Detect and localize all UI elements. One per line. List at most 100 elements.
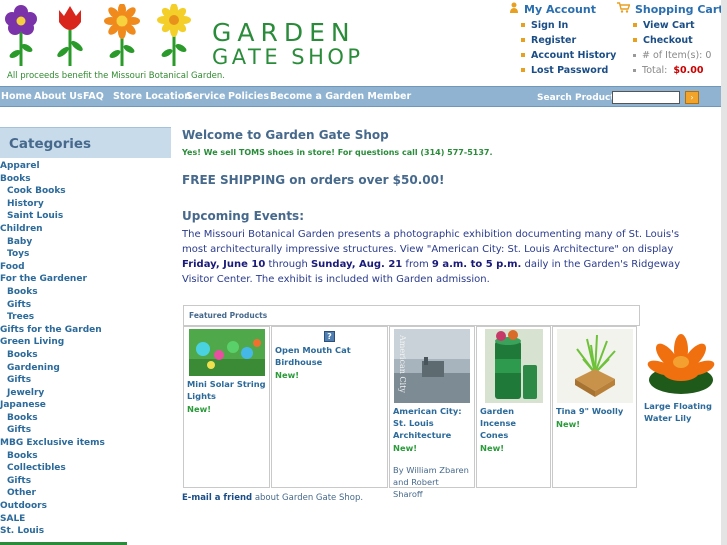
missing-image-icon[interactable]: ?	[324, 331, 335, 342]
product-title[interactable]: Large Floating Water Lily	[644, 400, 718, 424]
tagline: All proceeds benefit the Missouri Botani…	[7, 71, 225, 81]
subcategory-link[interactable]: Books	[0, 450, 171, 463]
product-card[interactable]: Garden Incense Cones New!	[476, 326, 551, 488]
search-input[interactable]	[612, 91, 680, 104]
product-card[interactable]: Tina 9" Woolly New!	[552, 326, 637, 488]
category-link[interactable]: St. Louis	[0, 525, 171, 538]
events-text: through	[265, 259, 311, 270]
lost-password-label: Lost Password	[531, 64, 609, 76]
product-author: By William Zbaren and Robert Sharoff	[393, 465, 469, 499]
item-count-label: # of Item(s): 0	[642, 49, 712, 61]
category-link[interactable]: Food	[0, 261, 171, 274]
subcategory-link[interactable]: Gifts	[0, 424, 171, 437]
product-image[interactable]	[484, 329, 543, 403]
account-history-link[interactable]: Account History	[521, 49, 616, 61]
nav-about-us[interactable]: About Us	[34, 91, 83, 102]
page-scrollbar[interactable]	[721, 0, 727, 545]
product-image[interactable]: American City	[394, 329, 470, 403]
cart-icon	[617, 2, 631, 16]
product-title[interactable]: Garden Incense Cones	[480, 405, 547, 441]
bullet-icon	[521, 38, 525, 42]
category-link[interactable]: Japanese	[0, 399, 171, 412]
lost-password-link[interactable]: Lost Password	[521, 64, 616, 76]
category-link[interactable]: Apparel	[0, 160, 171, 173]
subcategory-link[interactable]: Books	[0, 412, 171, 425]
events-start-date: Friday, June 10	[182, 259, 266, 270]
total-label: Total:	[642, 64, 668, 76]
category-link[interactable]: Green Living	[0, 336, 171, 349]
product-card[interactable]: Large Floating Water Lily	[641, 326, 721, 488]
events-heading: Upcoming Events:	[182, 209, 304, 223]
search-button[interactable]: ›	[685, 91, 699, 104]
bullet-icon	[633, 68, 636, 72]
nav-service[interactable]: Service	[186, 91, 226, 102]
subcategory-link[interactable]: Jewelry	[0, 387, 171, 400]
subcategory-link[interactable]: Gardening	[0, 362, 171, 375]
product-title[interactable]: American City: St. Louis Architecture	[393, 405, 471, 441]
subcategory-link[interactable]: Other	[0, 487, 171, 500]
product-title[interactable]: Mini Solar String Lights	[187, 378, 266, 402]
email-friend-link[interactable]: E-mail a friend	[182, 493, 252, 503]
new-badge: New!	[393, 443, 418, 453]
subcategory-link[interactable]: Collectibles	[0, 462, 171, 475]
red-tulip-icon	[54, 4, 86, 66]
product-title[interactable]: Open Mouth Cat Birdhouse	[275, 344, 384, 368]
nav-faq[interactable]: FAQ	[83, 91, 104, 102]
subcategory-link[interactable]: Cook Books	[0, 185, 171, 198]
category-link[interactable]: MBG Exclusive items	[0, 437, 171, 450]
category-link[interactable]: For the Gardener	[0, 273, 171, 286]
new-badge: New!	[187, 404, 212, 414]
total-value: $0.00	[673, 64, 704, 76]
events-description: The Missouri Botanical Garden presents a…	[182, 227, 702, 287]
shopping-cart-heading[interactable]: Shopping Cart	[617, 2, 724, 16]
main-content: Welcome to Garden Gate Shop Yes! We sell…	[182, 127, 727, 545]
shopping-cart-title: Shopping Cart	[635, 2, 724, 16]
featured-products-header: Featured Products	[183, 305, 640, 326]
category-link[interactable]: Books	[0, 173, 171, 186]
account-history-label: Account History	[531, 49, 617, 61]
email-friend: E-mail a friend about Garden Gate Shop.	[182, 493, 363, 503]
subcategory-link[interactable]: Saint Louis	[0, 210, 171, 223]
subcategory-link[interactable]: Trees	[0, 311, 171, 324]
nav-home[interactable]: Home	[1, 91, 32, 102]
book-cover-title: American City	[398, 334, 407, 393]
subcategory-link[interactable]: Gifts	[0, 475, 171, 488]
product-image[interactable]	[188, 329, 265, 376]
checkout-link[interactable]: Checkout	[633, 34, 724, 46]
subcategory-link[interactable]: Books	[0, 349, 171, 362]
shopping-cart-panel: Shopping Cart View Cart Checkout # of It…	[617, 2, 724, 76]
search-label: Search Products	[537, 93, 621, 103]
brand-line-2: GATE SHOP	[212, 45, 364, 69]
category-link[interactable]: Gifts for the Garden	[0, 324, 171, 337]
category-link[interactable]: SALE	[0, 513, 171, 526]
bullet-icon	[521, 23, 525, 27]
subcategory-link[interactable]: Gifts	[0, 374, 171, 387]
cart-item-count: # of Item(s): 0	[633, 49, 724, 61]
subcategory-link[interactable]: Gifts	[0, 299, 171, 312]
subcategory-link[interactable]: Books	[0, 286, 171, 299]
sign-in-link[interactable]: Sign In	[521, 19, 616, 31]
my-account-heading[interactable]: My Account	[509, 2, 616, 16]
subcategory-link[interactable]: Toys	[0, 248, 171, 261]
subcategory-link[interactable]: Baby	[0, 236, 171, 249]
email-friend-text: about Garden Gate Shop.	[252, 493, 364, 503]
nav-become-member[interactable]: Become a Garden Member	[270, 91, 411, 102]
nav-store-location[interactable]: Store Location	[113, 91, 191, 102]
category-link[interactable]: Outdoors	[0, 500, 171, 513]
events-text: The Missouri Botanical Garden presents a…	[182, 229, 680, 255]
product-image[interactable]	[645, 328, 717, 398]
subcategory-link[interactable]: History	[0, 198, 171, 211]
nav-policies[interactable]: Policies	[228, 91, 269, 102]
view-cart-link[interactable]: View Cart	[633, 19, 724, 31]
product-card[interactable]: ? Open Mouth Cat Birdhouse New!	[271, 326, 388, 488]
product-card[interactable]: Mini Solar String Lights New!	[183, 326, 270, 488]
category-link[interactable]: Children	[0, 223, 171, 236]
product-image[interactable]	[556, 329, 633, 403]
sign-in-label: Sign In	[531, 19, 569, 31]
product-card[interactable]: American City American City: St. Louis A…	[389, 326, 475, 499]
site-logo[interactable]: GARDEN GATE SHOP	[212, 20, 364, 69]
view-cart-label: View Cart	[643, 19, 695, 31]
yellow-daisy-icon	[155, 4, 193, 66]
product-title[interactable]: Tina 9" Woolly	[556, 405, 633, 417]
register-link[interactable]: Register	[521, 34, 616, 46]
